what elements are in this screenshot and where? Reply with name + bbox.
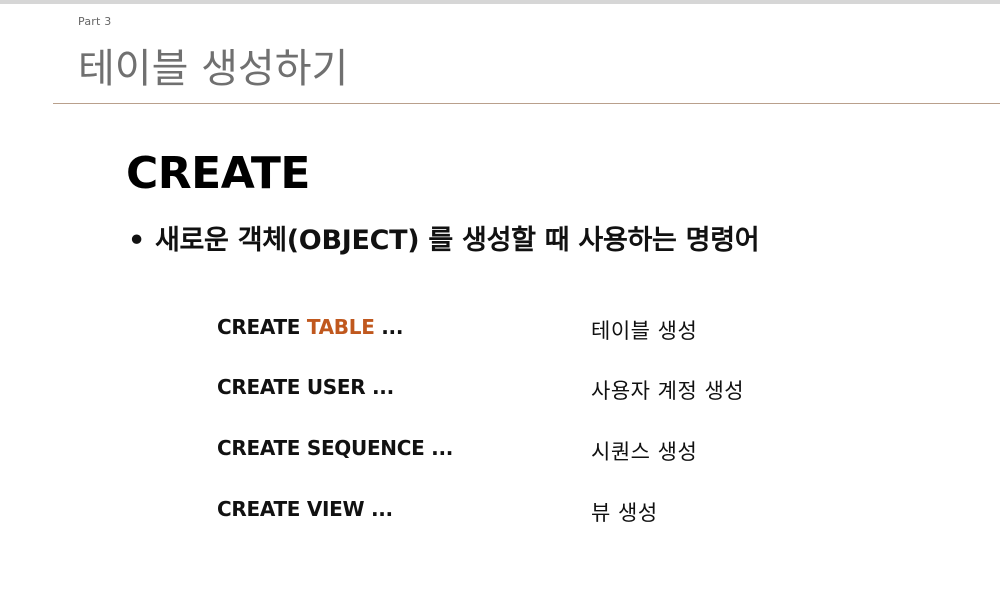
main-heading: CREATE xyxy=(126,148,310,199)
command-code: CREATE USER ... xyxy=(217,375,394,399)
command-row-table: CREATE TABLE ... 테이블 생성 xyxy=(0,315,1000,355)
command-code: CREATE SEQUENCE ... xyxy=(217,436,453,460)
command-description: 사용자 계정 생성 xyxy=(591,379,745,403)
command-row-user: CREATE USER ... 사용자 계정 생성 xyxy=(0,375,1000,415)
bullet-dot: • xyxy=(128,225,145,256)
command-description: 테이블 생성 xyxy=(591,319,698,343)
command-code: CREATE TABLE ... xyxy=(217,315,403,339)
command-prefix: CREATE SEQUENCE ... xyxy=(217,436,454,460)
title-divider xyxy=(53,103,1000,104)
top-strip xyxy=(0,0,1000,4)
command-suffix: ... xyxy=(374,315,404,339)
command-prefix: CREATE USER ... xyxy=(217,375,394,399)
command-row-view: CREATE VIEW ... 뷰 생성 xyxy=(0,497,1000,537)
slide: Part 3 테이블 생성하기 CREATE • 새로운 객체(OBJECT) 를… xyxy=(0,0,1000,598)
command-description: 뷰 생성 xyxy=(591,501,658,525)
command-code: CREATE VIEW ... xyxy=(217,497,393,521)
slide-title: 테이블 생성하기 xyxy=(78,46,349,92)
bullet-text: 새로운 객체(OBJECT) 를 생성할 때 사용하는 명령어 xyxy=(154,225,760,256)
part-label: Part 3 xyxy=(78,15,112,28)
command-prefix: CREATE xyxy=(217,315,307,339)
command-row-sequence: CREATE SEQUENCE ... 시퀀스 생성 xyxy=(0,436,1000,476)
bullet-point: • 새로운 객체(OBJECT) 를 생성할 때 사용하는 명령어 xyxy=(128,218,760,257)
command-prefix: CREATE VIEW ... xyxy=(217,497,393,521)
command-keyword-accent: TABLE xyxy=(306,315,375,339)
command-description: 시퀀스 생성 xyxy=(591,440,698,464)
